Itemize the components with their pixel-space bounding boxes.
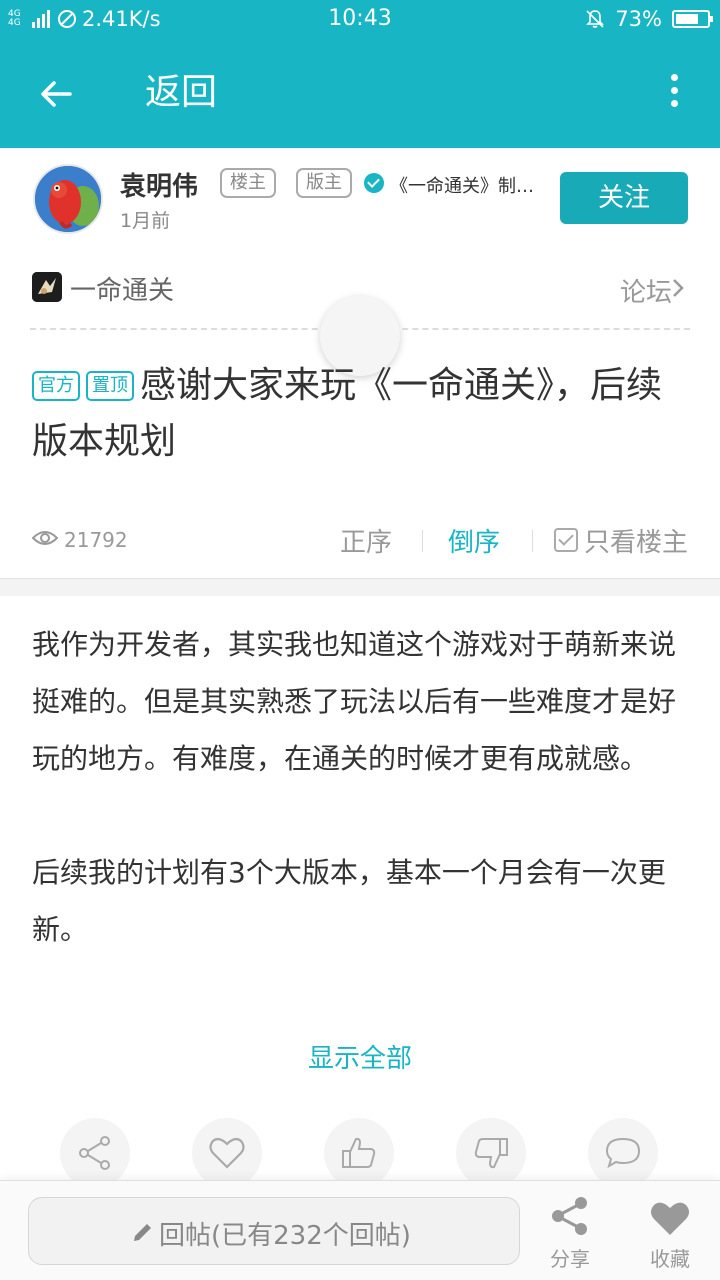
back-arrow-icon[interactable]	[36, 74, 76, 114]
share-action-button[interactable]	[60, 1118, 130, 1188]
status-bar: 4G 4G 2.41K/s 10:43 73%	[0, 0, 720, 38]
status-right: 73%	[585, 6, 713, 32]
pencil-icon	[134, 1224, 151, 1241]
back-title[interactable]: 返回	[145, 68, 217, 118]
section-separator	[0, 578, 720, 596]
more-menu-icon[interactable]	[668, 74, 680, 114]
post-title-block: 官方 置顶 感谢大家来玩《一命通关》，后续版本规划	[32, 358, 692, 470]
battery-icon	[672, 10, 713, 28]
favorite-button[interactable]: 收藏	[640, 1193, 700, 1273]
divider	[422, 530, 423, 552]
author-name[interactable]: 袁明伟	[120, 166, 198, 203]
downvote-action-button[interactable]	[456, 1118, 526, 1188]
comment-action-button[interactable]	[588, 1118, 658, 1188]
share-label: 分享	[550, 1247, 590, 1271]
forum-link[interactable]: 论坛	[620, 272, 672, 309]
forum-name[interactable]: 一命通关	[70, 270, 174, 307]
upvote-action-button[interactable]	[324, 1118, 394, 1188]
comment-icon	[605, 1137, 641, 1169]
action-row	[0, 1118, 720, 1188]
heart-icon	[651, 1202, 689, 1235]
only-op-label[interactable]: 只看楼主	[584, 522, 688, 559]
bell-off-icon	[585, 9, 605, 29]
share-icon	[552, 1197, 587, 1235]
follow-button[interactable]: 关注	[560, 172, 688, 224]
post-content: 我作为开发者，其实我也知道这个游戏对于萌新来说挺难的。但是其实熟悉了玩法以后有一…	[32, 616, 692, 958]
thumbs-down-icon	[474, 1138, 508, 1169]
author-row: 袁明伟 楼主 版主 《一命通关》制作人 1月前 关注	[0, 148, 720, 248]
eye-icon	[32, 531, 58, 545]
share-icon	[79, 1136, 110, 1170]
author-description: 《一命通关》制作人	[390, 176, 540, 197]
thumbs-up-icon	[342, 1137, 376, 1168]
app-bar: 返回	[0, 38, 720, 148]
show-all-link[interactable]: 显示全部	[0, 1038, 720, 1075]
reply-input[interactable]: 回帖(已有232个回帖)	[28, 1197, 520, 1265]
share-button[interactable]: 分享	[540, 1193, 600, 1273]
divider	[532, 530, 533, 552]
only-op-checkbox[interactable]	[554, 528, 578, 552]
favorite-label: 收藏	[650, 1247, 690, 1271]
avatar[interactable]	[33, 164, 103, 234]
sort-ascending-button[interactable]: 正序	[340, 522, 392, 559]
content-paragraph: 我作为开发者，其实我也知道这个游戏对于萌新来说挺难的。但是其实熟悉了玩法以后有一…	[32, 628, 677, 775]
verified-icon	[364, 173, 384, 193]
reply-placeholder: 回帖(已有232个回帖)	[159, 1221, 411, 1251]
post-time: 1月前	[120, 210, 171, 232]
like-action-button[interactable]	[192, 1118, 262, 1188]
chevron-right-icon	[673, 279, 684, 297]
official-tag: 官方	[32, 371, 80, 401]
owner-tag: 楼主	[220, 168, 276, 198]
content-paragraph: 后续我的计划有3个大版本，基本一个月会有一次更新。	[32, 856, 666, 946]
game-icon	[32, 272, 62, 302]
heart-icon	[209, 1137, 245, 1169]
bottom-bar: 回帖(已有232个回帖) 分享 收藏	[0, 1180, 720, 1280]
stats-row: 21792 正序 倒序 只看楼主	[0, 518, 720, 564]
battery-percent: 73%	[615, 7, 662, 31]
sort-descending-button[interactable]: 倒序	[448, 522, 500, 559]
view-count: 21792	[64, 528, 128, 552]
moderator-tag: 版主	[296, 168, 352, 198]
pinned-tag: 置顶	[86, 371, 134, 401]
